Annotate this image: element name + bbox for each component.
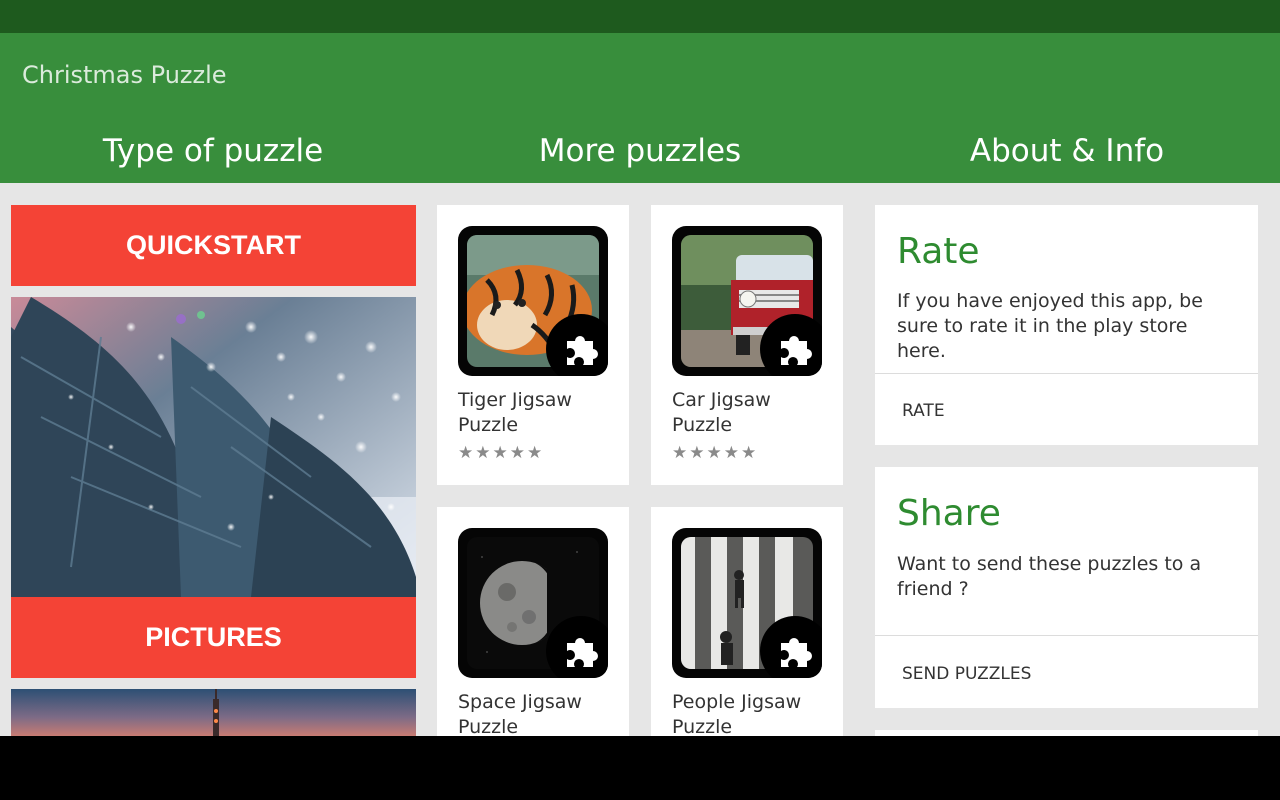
christmas-tree-image[interactable]: [11, 297, 416, 597]
app-title: Christmas Puzzle: [22, 61, 227, 89]
status-bar: [0, 0, 1280, 33]
share-title: Share: [897, 493, 1001, 534]
rate-title: Rate: [897, 231, 980, 272]
rate-card: Rate If you have enjoyed this app, be su…: [875, 205, 1258, 445]
rating-stars: ★★★★★: [458, 443, 545, 463]
tab-type-of-puzzle[interactable]: Type of puzzle: [0, 133, 426, 169]
share-card: Share Want to send these puzzles to a fr…: [875, 467, 1258, 708]
rating-stars: ★★★★★: [672, 443, 759, 463]
puzzle-piece-icon: [546, 314, 608, 376]
puzzle-piece-icon: [760, 314, 822, 376]
puzzle-name: People Jigsaw Puzzle: [672, 691, 802, 736]
space-thumbnail: [458, 528, 608, 678]
puzzle-card-people[interactable]: People Jigsaw Puzzle: [651, 507, 843, 736]
city-skyline-image[interactable]: [11, 689, 416, 736]
tiger-thumbnail: [458, 226, 608, 376]
puzzle-name: Tiger Jigsaw Puzzle: [458, 389, 572, 436]
tab-about-info[interactable]: About & Info: [854, 133, 1280, 169]
people-thumbnail: [672, 528, 822, 678]
car-thumbnail: [672, 226, 822, 376]
puzzle-card-space[interactable]: Space Jigsaw Puzzle: [437, 507, 629, 736]
send-puzzles-button[interactable]: SEND PUZZLES: [902, 664, 1031, 684]
puzzle-name: Car Jigsaw Puzzle: [672, 389, 771, 436]
navigation-bar: [0, 736, 1280, 800]
rate-button[interactable]: RATE: [902, 401, 945, 421]
puzzle-card-tiger[interactable]: Tiger Jigsaw Puzzle ★★★★★: [437, 205, 629, 485]
rate-description: If you have enjoyed this app, be sure to…: [897, 290, 1203, 362]
tab-more-puzzles[interactable]: More puzzles: [427, 133, 853, 169]
content-area: QUICKSTART PICTURES Tiger Jigsaw Puzzle …: [0, 183, 1280, 736]
quickstart-button[interactable]: QUICKSTART: [11, 205, 416, 286]
pictures-button[interactable]: PICTURES: [11, 597, 416, 678]
divider: [875, 373, 1258, 374]
app-bar: Christmas Puzzle Type of puzzle More puz…: [0, 33, 1280, 183]
puzzle-piece-icon: [546, 616, 608, 678]
divider: [875, 635, 1258, 636]
puzzle-name: Space Jigsaw Puzzle: [458, 691, 582, 736]
share-description: Want to send these puzzles to a friend ?: [897, 553, 1202, 600]
puzzle-card-car[interactable]: Car Jigsaw Puzzle ★★★★★: [651, 205, 843, 485]
puzzle-piece-icon: [760, 616, 822, 678]
